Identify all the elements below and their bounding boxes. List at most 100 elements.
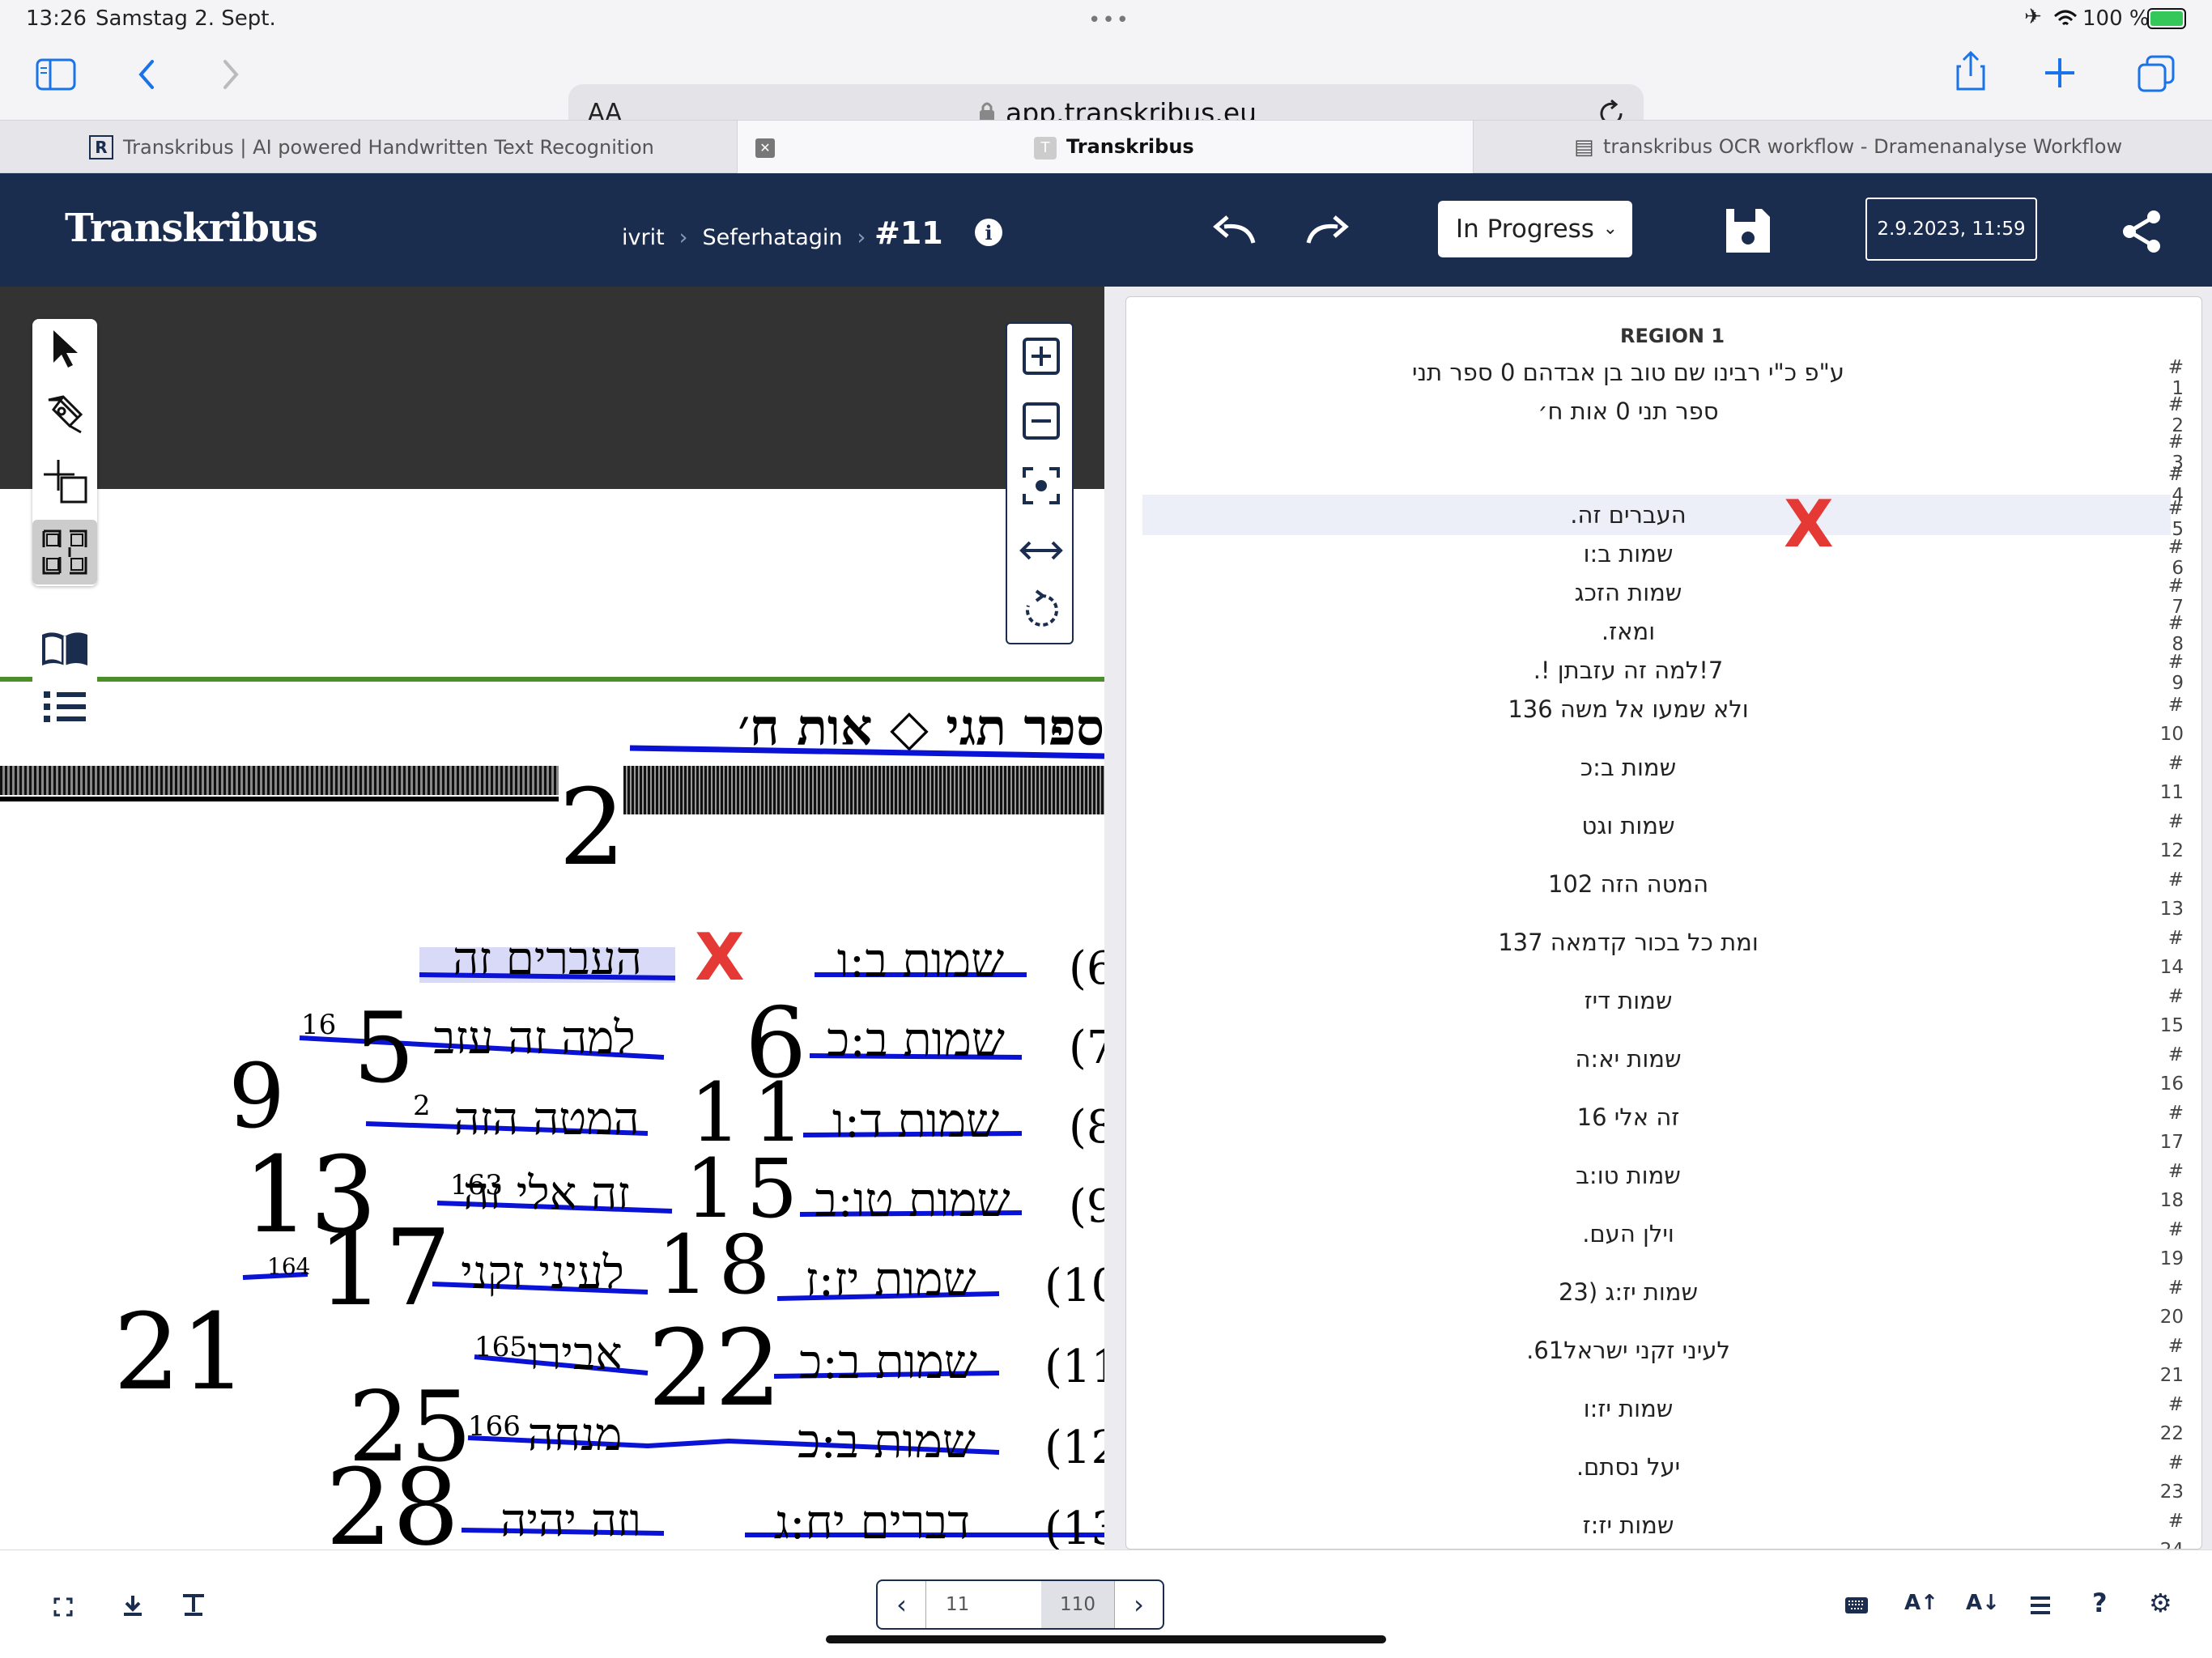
scan-word: שמות יז:ז	[805, 1252, 976, 1307]
download-icon[interactable]	[121, 1594, 144, 1617]
browser-toolbar: AA app.transkribus.eu	[0, 39, 2212, 142]
keyboard-icon[interactable]	[1844, 1596, 1869, 1615]
redo-icon[interactable]	[1304, 215, 1349, 248]
close-tab-icon[interactable]: ✕	[755, 138, 775, 158]
line-number: # 1	[2167, 357, 2184, 399]
scan-word: שמות ב:כ	[798, 1414, 976, 1469]
chevron-left-icon: ‹	[896, 1589, 907, 1620]
chevron-down-icon: ⌄	[1602, 219, 1618, 239]
line-number: # 15	[2159, 986, 2184, 1036]
transcription-line[interactable]: לעיני זקני ישראל61.	[1126, 1337, 2130, 1364]
share-network-icon[interactable]	[2121, 209, 2163, 254]
app-logo[interactable]: Transkribus	[65, 206, 318, 251]
layout-tool-button[interactable]	[32, 520, 97, 585]
line-number: # 8	[2167, 613, 2184, 655]
transcription-line[interactable]: ולא שמעו אל משה 136	[1126, 695, 2130, 723]
tab-transkribus-home[interactable]: R Transkribus | AI powered Handwritten T…	[0, 121, 737, 174]
help-icon[interactable]: ?	[2092, 1588, 2108, 1618]
tab-overview-icon[interactable]	[2138, 55, 2175, 92]
image-background	[0, 287, 1104, 489]
sidebar-toggle-icon[interactable]	[36, 58, 76, 91]
undo-icon[interactable]	[1213, 215, 1258, 248]
line-number: # 20	[2159, 1278, 2184, 1328]
text-format-icon[interactable]	[181, 1592, 206, 1617]
transcription-line[interactable]: יעל נסתם.	[1126, 1453, 2130, 1481]
transcription-line[interactable]: שמות דיז	[1126, 987, 2130, 1014]
scan-small-number: 164	[267, 1253, 311, 1280]
font-decrease-icon[interactable]: A↓	[1966, 1591, 2000, 1615]
transcription-line[interactable]: ספר תני 0 אות ח׳	[1126, 397, 2130, 425]
transcription-line[interactable]: המטה הזה 102	[1126, 870, 2130, 898]
scan-word: שמות ב:ו	[836, 933, 1005, 988]
line-number: # 23	[2159, 1452, 2184, 1503]
new-tab-icon[interactable]	[2044, 57, 2076, 89]
line-spacing-icon[interactable]	[2029, 1596, 2052, 1615]
fullscreen-icon[interactable]	[53, 1597, 73, 1617]
transcription-line[interactable]: 7!למה זה עזבתן !.	[1126, 657, 2130, 684]
scan-word: למה זה עזב	[433, 1012, 636, 1065]
scan-word: מנחה	[527, 1409, 623, 1461]
multitask-dots-icon[interactable]: •••	[1088, 8, 1130, 32]
tab-title: Transkribus	[1066, 135, 1194, 158]
tab-title: Transkribus | AI powered Handwritten Tex…	[123, 136, 654, 159]
transcription-line[interactable]: שמות יז:ז	[1126, 1511, 2130, 1539]
status-select[interactable]: In Progress ⌄	[1438, 201, 1632, 257]
back-icon[interactable]	[136, 58, 155, 91]
share-icon[interactable]	[1955, 50, 1987, 92]
transcription-line[interactable]: שמות יא:ה	[1126, 1045, 2130, 1073]
transcription-line[interactable]: ומת כל בכור קדמאה 137	[1126, 929, 2130, 956]
transcription-line[interactable]: שמות טו:ב	[1126, 1162, 2130, 1189]
breadcrumb-document[interactable]: Seferhatagin	[702, 225, 842, 250]
previous-page-button[interactable]: ‹	[878, 1581, 926, 1628]
line-number: # 9	[2167, 652, 2184, 694]
pen-tool-icon[interactable]	[45, 393, 86, 434]
page-input[interactable]: 11	[926, 1581, 1041, 1628]
transcription-line[interactable]: שמות יז:ו	[1126, 1395, 2130, 1422]
breadcrumb: ivrit › Seferhatagin ›	[622, 225, 880, 250]
scan-word: שמות ב:כ	[799, 1334, 977, 1389]
transcription-line[interactable]: שמות ב:ו	[1126, 540, 2130, 568]
transcription-line[interactable]: שמות יז:ג (23	[1126, 1278, 2130, 1306]
transcription-line[interactable]: העברים זה.	[1126, 501, 2130, 529]
scan-number: 2	[559, 766, 626, 889]
transcription-line[interactable]: ומאז.	[1126, 618, 2130, 645]
line-number: # 2	[2167, 394, 2184, 436]
scan-border-rule	[0, 797, 559, 801]
transcription-line[interactable]: ע"פ כ"י רבינו שם טוב בן אבדהם 0 ספר תני	[1126, 359, 2130, 386]
status-time: 13:26	[26, 6, 87, 31]
font-increase-icon[interactable]: A↑	[1904, 1591, 1938, 1615]
settings-icon[interactable]: ⚙	[2149, 1588, 2172, 1618]
add-region-tool-icon[interactable]	[42, 458, 91, 507]
chevron-right-icon: ›	[857, 225, 866, 250]
transcription-editor[interactable]: REGION 1 X ע"פ כ"י רבינו שם טוב בן אבדהם…	[1125, 296, 2202, 1550]
view-tools	[32, 623, 97, 737]
zoom-out-icon[interactable]	[1022, 402, 1061, 440]
forward-icon[interactable]	[222, 58, 241, 91]
line-number: # 16	[2159, 1044, 2184, 1095]
zoom-in-icon[interactable]	[1022, 337, 1061, 376]
tab-transkribus[interactable]: ✕ T Transkribus	[737, 121, 1474, 174]
book-view-icon[interactable]	[39, 628, 91, 669]
pointer-tool-icon[interactable]	[49, 329, 81, 369]
scan-small-number: 2	[413, 1090, 431, 1122]
next-page-button[interactable]: ›	[1114, 1581, 1163, 1628]
transcription-line[interactable]: וילן העם.	[1126, 1220, 2130, 1248]
breadcrumb-collection[interactable]: ivrit	[622, 225, 665, 250]
chevron-right-icon: ›	[678, 225, 688, 250]
transcription-line[interactable]: שמות ב:כ	[1126, 754, 2130, 781]
fit-width-icon[interactable]	[1019, 534, 1064, 567]
transcription-line[interactable]: שמות וגט	[1126, 812, 2130, 840]
scan-word: שמות טו:ב	[815, 1172, 1010, 1227]
rotate-icon[interactable]	[1022, 589, 1061, 631]
fit-page-icon[interactable]	[1022, 466, 1061, 505]
save-icon[interactable]	[1723, 206, 1773, 256]
page-total: 110	[1041, 1581, 1114, 1628]
tab-ocr-workflow[interactable]: ▤ transkribus OCR workflow - Dramenanaly…	[1474, 121, 2212, 174]
transcription-line[interactable]: זה אלי 16	[1126, 1103, 2130, 1131]
scan-word: לעיני זקני	[461, 1247, 624, 1299]
transcription-line[interactable]: שמות הזכג	[1126, 579, 2130, 606]
list-view-icon[interactable]	[42, 688, 87, 725]
info-icon[interactable]: i	[975, 219, 1002, 246]
scan-word: העברים זה	[453, 933, 642, 985]
battery-icon	[2147, 8, 2186, 29]
